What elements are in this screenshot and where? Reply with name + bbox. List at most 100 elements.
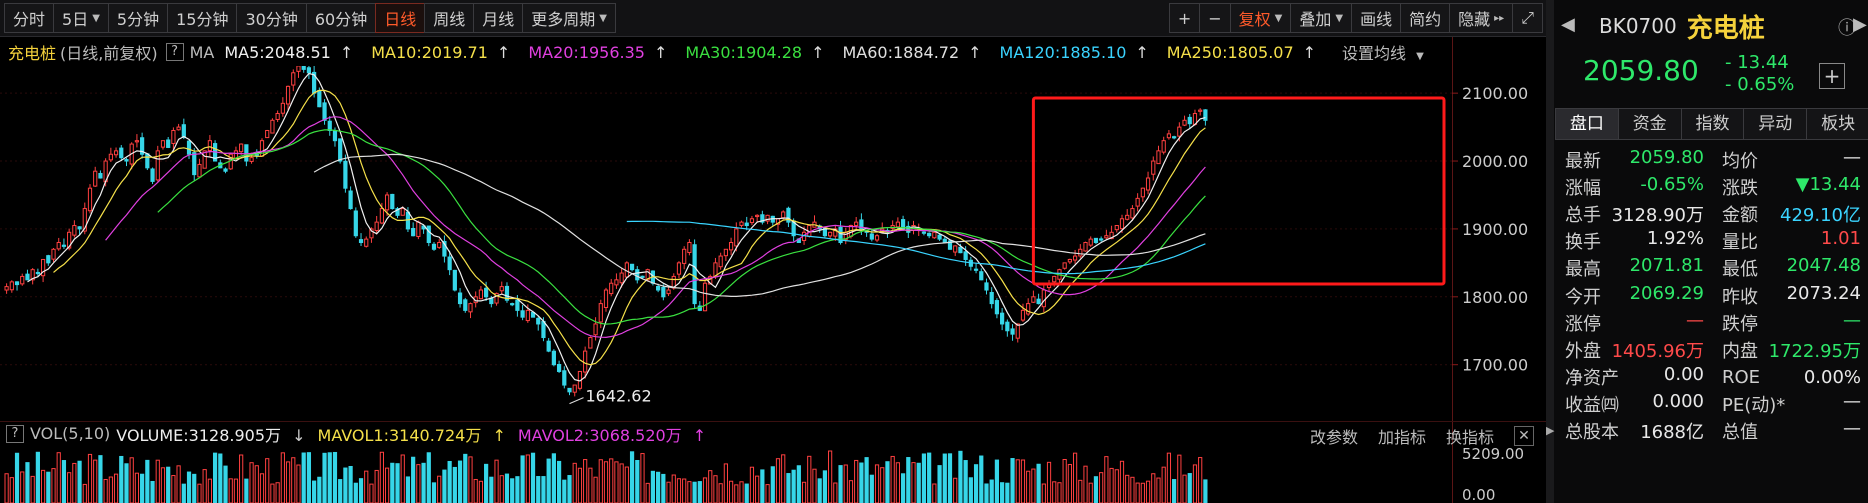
volume-chart[interactable] xyxy=(0,446,1452,503)
tool-button-4[interactable]: 画线 xyxy=(1351,3,1402,33)
candle-body xyxy=(932,231,937,239)
ma-values: MA5:2048.51 ↑ MA10:2019.71 ↑ MA20:1956.35 ↑ MA… xyxy=(224,43,1334,62)
vol-tool-1[interactable]: 加指标 xyxy=(1378,424,1426,448)
volume-bar xyxy=(697,481,702,503)
volume-bar xyxy=(598,459,603,503)
volume-bar xyxy=(463,453,468,503)
period-tab-9[interactable]: 更多周期 ▼ xyxy=(522,3,616,33)
candle-body xyxy=(280,102,285,114)
candle-body xyxy=(98,172,103,179)
help-icon[interactable]: ? xyxy=(165,43,184,61)
ma-settings-button[interactable]: 设置均线 ▼ xyxy=(1342,40,1430,64)
candle-body xyxy=(223,168,228,172)
volume-bar xyxy=(1099,472,1104,503)
candle-body xyxy=(447,256,452,271)
candle-body xyxy=(353,210,358,237)
quote-row: 净资产 0.00 ROE 0.00% xyxy=(1555,364,1868,391)
tool-button-3[interactable]: 叠加 ▼ xyxy=(1290,3,1353,33)
volume-bar xyxy=(67,472,72,503)
candle-body xyxy=(906,225,911,233)
vol-tool-2[interactable]: 换指标 xyxy=(1446,424,1494,448)
candle-body xyxy=(150,168,155,182)
volume-bar xyxy=(504,473,510,503)
panel-tab-1[interactable]: 资金 xyxy=(1617,108,1682,140)
volume-bar xyxy=(562,479,567,503)
volume-bar xyxy=(77,460,82,503)
candlestick-chart[interactable]: 2146.641642.62 xyxy=(0,66,1452,419)
chevron-down-icon: ▼ xyxy=(1274,12,1283,24)
volume-bar xyxy=(874,464,880,503)
next-arrow-icon[interactable]: ▶ xyxy=(1853,14,1867,35)
volume-bar xyxy=(186,471,192,503)
volume-bar xyxy=(927,452,932,503)
candle-body xyxy=(186,140,192,155)
volume-bar xyxy=(525,454,530,503)
chevron-down-icon: ▼ xyxy=(92,12,100,24)
volume-bar xyxy=(353,482,358,503)
period-tab-label: 分时 xyxy=(13,10,46,29)
period-tab-label: 日线 xyxy=(384,10,417,29)
tool-button-2[interactable]: 复权 ▼ xyxy=(1229,3,1292,33)
volume-bar xyxy=(588,467,593,503)
panel-tab-3[interactable]: 异动 xyxy=(1743,108,1808,140)
add-watchlist-button[interactable]: + xyxy=(1819,63,1845,89)
candle-body xyxy=(1130,208,1135,219)
quote-row: 总股本 1688亿 总值 — xyxy=(1555,418,1868,445)
candle-body xyxy=(567,387,572,393)
tool-button-label: ⤢ xyxy=(1521,8,1534,27)
tool-button-6[interactable]: 隐藏 ▸▸ xyxy=(1449,3,1514,33)
volume-bar xyxy=(25,462,30,503)
quote-value: — xyxy=(1843,309,1861,331)
price-tick-label: 1700.00 xyxy=(1462,356,1528,375)
volume-bar xyxy=(838,465,843,503)
period-tabs: 分时 5日 ▼ 5分钟 15分钟 30分钟 60分钟 日线 周线 月线 更多周期 ▼ xyxy=(4,3,616,33)
volume-bar xyxy=(129,457,134,503)
volume-bar xyxy=(35,451,40,503)
arrow-up-icon: ↑ xyxy=(1302,42,1317,62)
vol-tool-0[interactable]: 改参数 xyxy=(1310,424,1358,448)
volume-bar xyxy=(994,459,1000,503)
period-tab-5[interactable]: 60分钟 xyxy=(305,3,377,33)
quote-label: 最新 xyxy=(1565,150,1601,172)
tool-button-5[interactable]: 简约 xyxy=(1400,3,1451,33)
panel-tab-2[interactable]: 指数 xyxy=(1680,108,1745,140)
period-tab-0[interactable]: 分时 xyxy=(4,3,55,33)
quote-cell: 总股本 1688亿 xyxy=(1555,418,1712,444)
tool-button-7[interactable]: ⤢ xyxy=(1512,3,1543,33)
tool-button-1[interactable]: − xyxy=(1199,3,1231,33)
collapse-arrow-icon[interactable]: ▶ xyxy=(1546,418,1554,444)
volume-bar xyxy=(900,473,906,503)
period-tab-label: 更多周期 xyxy=(531,10,596,29)
candle-body xyxy=(510,303,515,306)
candle-body xyxy=(1093,237,1099,244)
volume-bar xyxy=(1031,468,1036,503)
volume-bar xyxy=(431,482,437,503)
period-tab-2[interactable]: 5分钟 xyxy=(107,3,169,33)
volume-bar xyxy=(958,450,963,503)
period-tab-1[interactable]: 5日 ▼ xyxy=(53,3,109,33)
panel-tab-0[interactable]: 盘口 xyxy=(1555,108,1619,140)
volume-bar xyxy=(979,455,984,503)
period-tab-3[interactable]: 15分钟 xyxy=(167,3,238,33)
close-icon[interactable]: ✕ xyxy=(1514,426,1534,446)
volume-bar xyxy=(650,470,656,503)
volume-bar xyxy=(270,483,275,503)
quote-label: ROE xyxy=(1722,366,1761,388)
volume-bar xyxy=(614,461,619,503)
volume-bar xyxy=(624,466,629,503)
help-icon[interactable]: ? xyxy=(6,424,24,443)
tool-button-0[interactable]: + xyxy=(1168,3,1201,33)
period-toolbar: 分时 5日 ▼ 5分钟 15分钟 30分钟 60分钟 日线 周线 月线 更多周期 ▼ + − 复权 ▼ 叠加 ▼… xyxy=(0,0,1546,37)
candle-body xyxy=(1026,303,1031,315)
arrow-up-icon: ↑ xyxy=(1135,42,1149,62)
panel-tab-4[interactable]: 板块 xyxy=(1806,108,1868,140)
period-tab-6[interactable]: 日线 xyxy=(375,3,426,33)
period-tab-8[interactable]: 月线 xyxy=(473,3,524,33)
volume-bar xyxy=(1156,477,1161,503)
period-tab-4[interactable]: 30分钟 xyxy=(236,3,307,33)
volume-bar xyxy=(989,479,994,503)
arrow-up-icon: ↑ xyxy=(496,42,511,62)
prev-arrow-icon[interactable]: ◀ xyxy=(1561,14,1575,35)
period-tab-7[interactable]: 周线 xyxy=(424,3,475,33)
candle-body xyxy=(332,129,338,142)
